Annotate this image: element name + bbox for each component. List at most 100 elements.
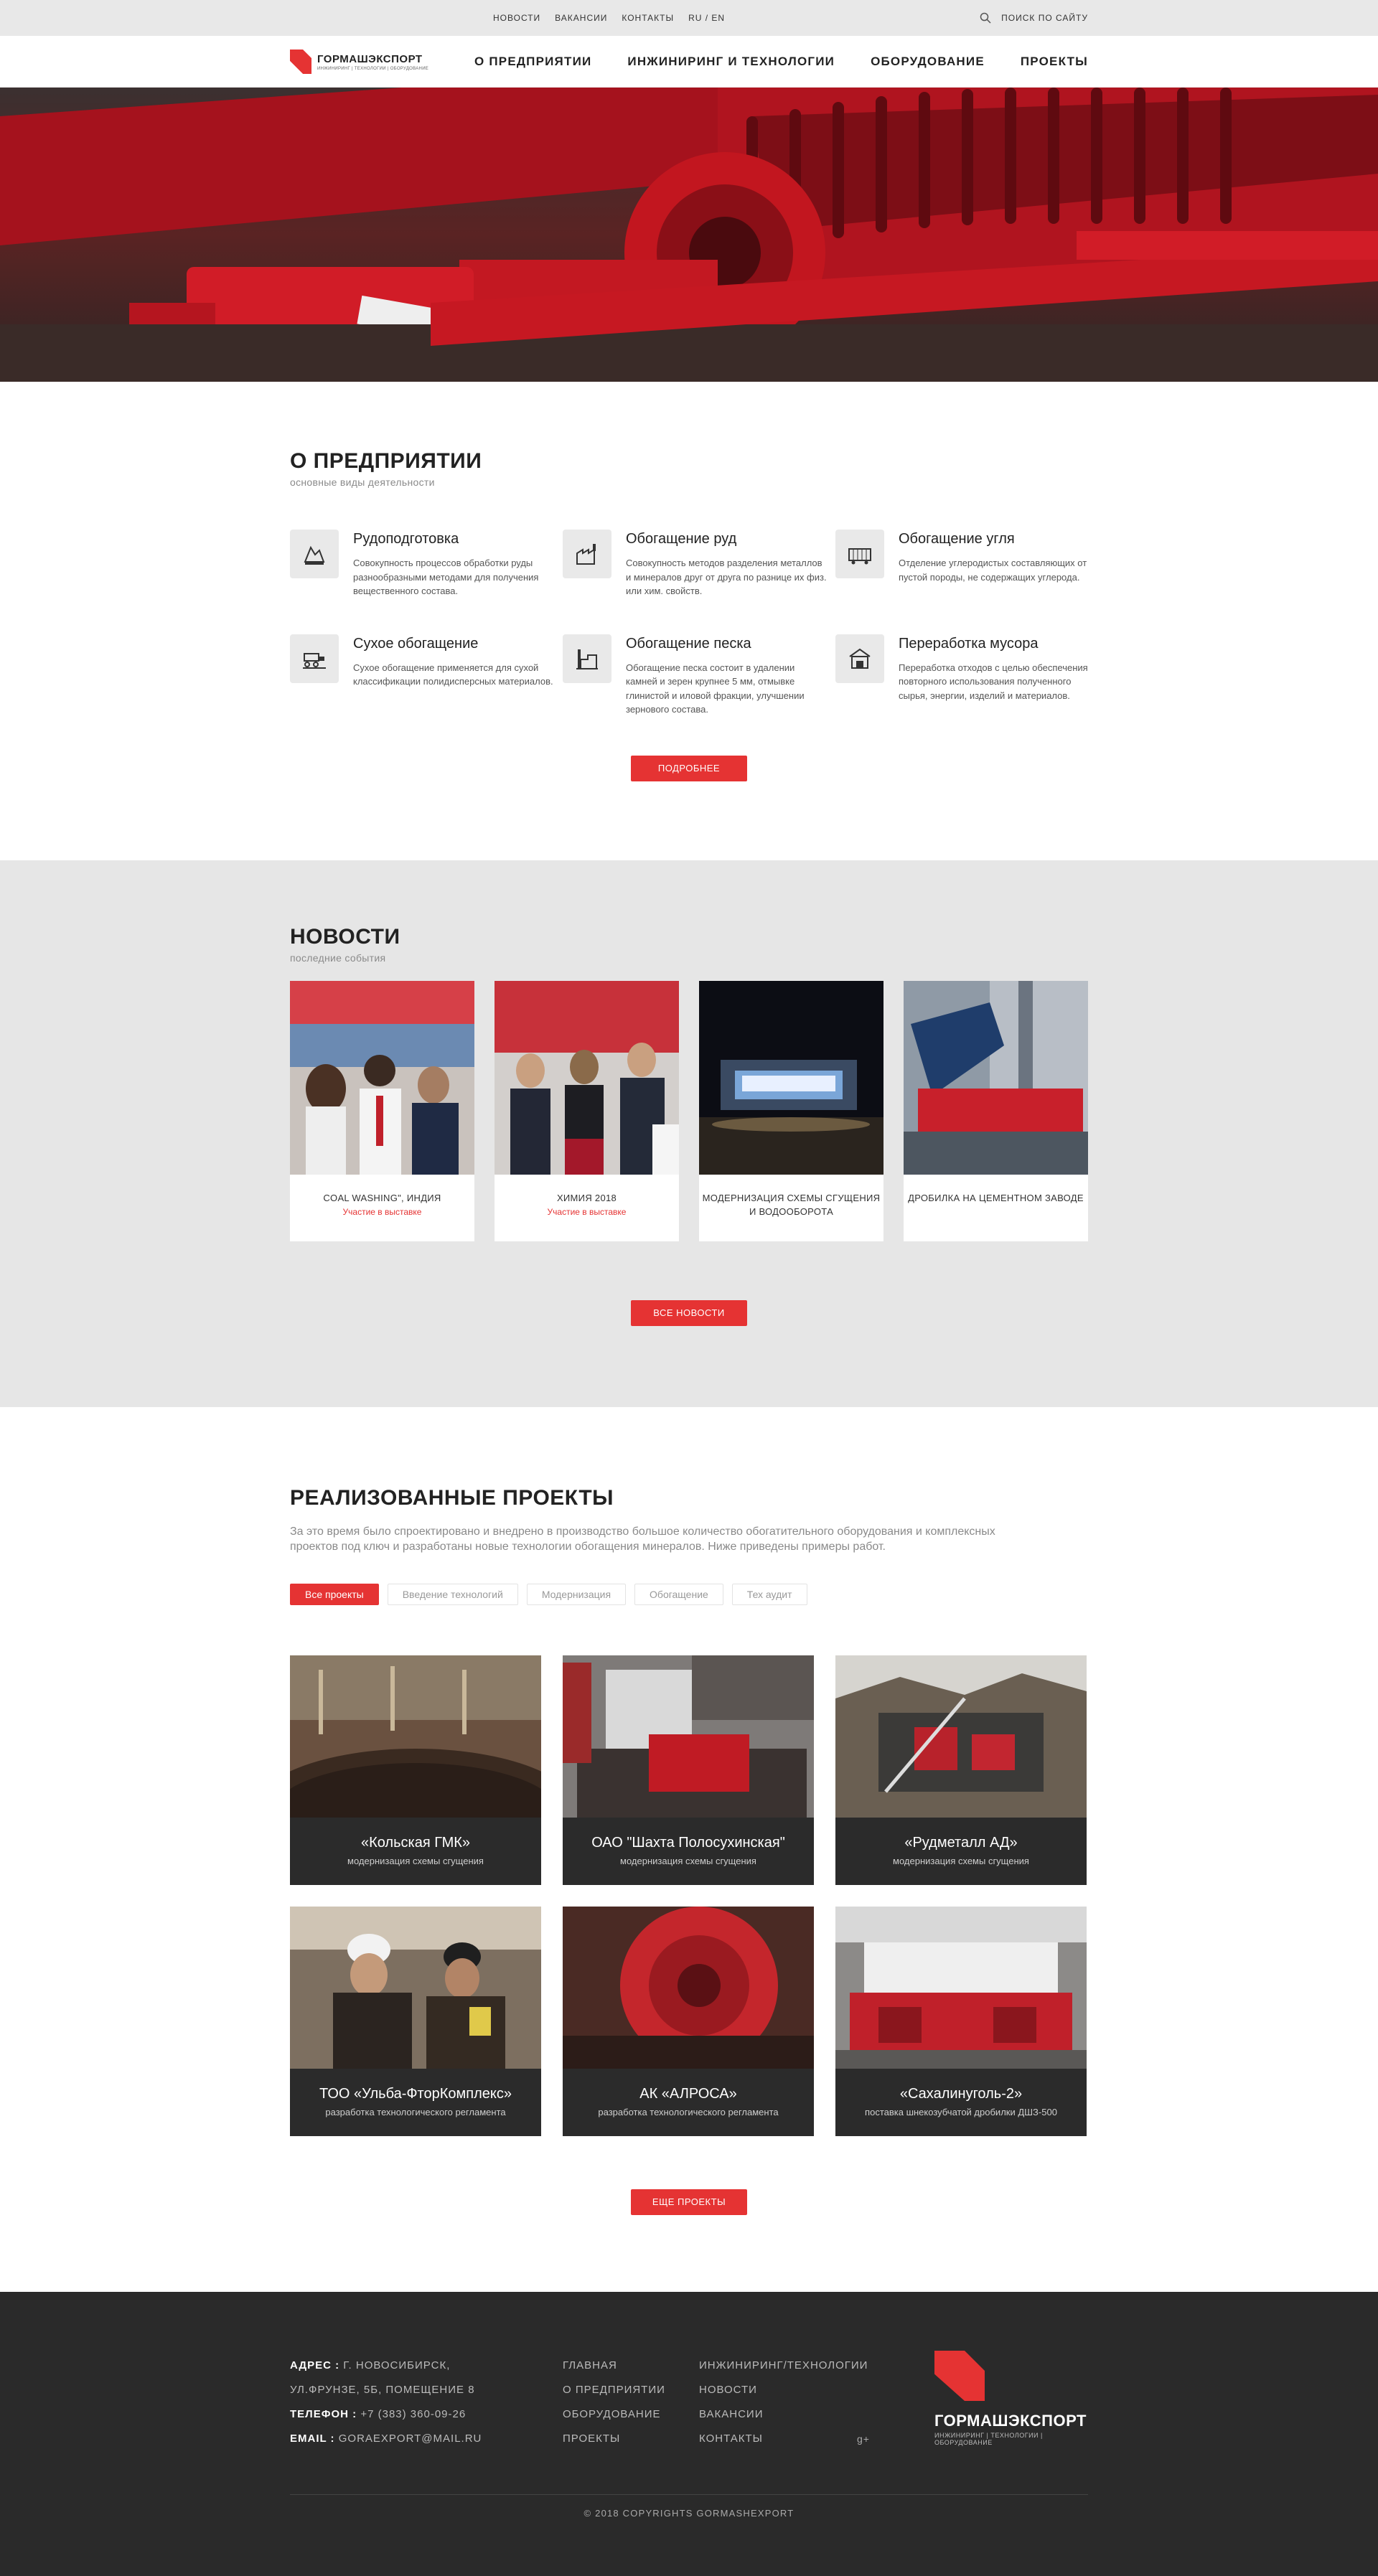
logo-tagline: ИНЖИНИРИНГ | ТЕХНОЛОГИИ | ОБОРУДОВАНИЕ [317,66,429,71]
activity-title: Обогащение руд [626,531,737,547]
footer-contacts: АДРЕС : Г. НОВОСИБИРСК, УЛ.ФРУНЗЕ, 5Б, П… [290,2354,563,2451]
project-card[interactable]: АК «АЛРОСА» разработка технологического р… [563,1906,814,2136]
filter-all[interactable]: Все проекты [290,1583,379,1605]
hero-machinery-illustration [0,88,1378,382]
activity-title: Обогащение песка [626,635,751,652]
footer-logo-mark-icon [934,2351,985,2401]
activity-item: Обогащение руд Совокупность методов разде… [563,530,835,598]
filter-technology[interactable]: Введение технологий [387,1583,518,1605]
footer-logo-tagline: ИНЖИНИРИНГ | ТЕХНОЛОГИИ | ОБОРУДОВАНИЕ [934,2432,1043,2446]
all-news-button[interactable]: ВСЕ НОВОСТИ [631,1300,747,1326]
activity-item: Обогащение песка Обогащение песка состоит… [563,634,835,717]
top-bar: НОВОСТИ ВАКАНСИИ КОНТАКТЫ RU / EN ПОИСК … [0,0,1378,36]
project-card[interactable]: «Кольская ГМК» модернизация схемы сгущени… [290,1655,541,1885]
news-photo [495,981,679,1175]
project-card[interactable]: «Рудметалл АД» модернизация схемы сгущени… [835,1655,1087,1885]
project-subtitle: разработка технологического регламента [598,2106,779,2117]
project-card[interactable]: ТОО «Ульба-ФторКомплекс» разработка техно… [290,1906,541,2136]
footer-link-projects[interactable]: ПРОЕКТЫ [563,2427,699,2451]
google-plus-icon[interactable]: g+ [857,2427,870,2451]
logo-name: ГОРМАШЭКСПОРТ [317,52,423,65]
recycling-plant-icon [849,648,871,669]
email-address[interactable]: GORAEXPORT@MAIL.RU [335,2432,482,2445]
search-label[interactable]: ПОИСК ПО САЙТУ [1001,13,1088,23]
top-link-news[interactable]: НОВОСТИ [493,13,540,23]
address-label: АДРЕС : [290,2359,340,2371]
top-link-vacancies[interactable]: ВАКАНСИИ [555,13,607,23]
filter-modernization[interactable]: Модернизация [526,1583,627,1605]
top-links: НОВОСТИ ВАКАНСИИ КОНТАКТЫ RU / EN [493,13,725,23]
footer-link-contacts[interactable]: КОНТАКТЫ [699,2427,914,2451]
project-photo [835,1655,1087,1818]
activity-desc: Совокупность методов разделения металлов… [626,558,827,596]
footer-link-engineering[interactable]: ИНЖИНИРИНГ/ТЕХНОЛОГИИ [699,2354,914,2378]
phone-label: ТЕЛЕФОН : [290,2408,357,2420]
project-subtitle: модернизация схемы сгущения [347,1855,484,1866]
about-section: О ПРЕДПРИЯТИИ основные виды деятельности… [0,382,1378,860]
footer-link-vacancies[interactable]: ВАКАНСИИ [699,2402,914,2427]
project-title: АК «АЛРОСА» [639,2085,737,2102]
project-title: ТОО «Ульба-ФторКомплекс» [319,2085,512,2102]
project-subtitle: поставка шнекозубчатой дробилки ДШЗ-500 [865,2106,1057,2117]
footer-nav-1: ГЛАВНАЯ О ПРЕДПРИЯТИИ ОБОРУДОВАНИЕ ПРОЕК… [563,2354,699,2451]
footer-link-equipment[interactable]: ОБОРУДОВАНИЕ [563,2402,699,2427]
search-icon[interactable] [980,12,991,24]
nav-equipment[interactable]: ОБОРУДОВАНИЕ [871,55,985,69]
news-card[interactable]: МОДЕРНИЗАЦИЯ СХЕМЫ СГУЩЕНИЯ И ВОДООБОРОТ… [699,981,883,1241]
projects-title: РЕАЛИЗОВАННЫЕ ПРОЕКТЫ [290,1486,614,1510]
nav-projects[interactable]: ПРОЕКТЫ [1021,55,1088,69]
more-projects-button[interactable]: ЕЩЕ ПРОЕКТЫ [631,2189,747,2215]
footer-logo[interactable]: ГОРМАШЭКСПОРТ ИНЖИНИРИНГ | ТЕХНОЛОГИИ | … [934,2351,1088,2451]
news-card[interactable]: ХИМИЯ 2018 Участие в выставке [495,981,679,1241]
nav-engineering[interactable]: ИНЖИНИРИНГ И ТЕХНОЛОГИИ [627,55,835,69]
news-card[interactable]: ДРОБИЛКА НА ЦЕМЕНТНОМ ЗАВОДЕ [904,981,1088,1241]
project-photo [290,1906,541,2069]
activity-title: Обогащение угля [899,531,1015,547]
footer-link-about[interactable]: О ПРЕДПРИЯТИИ [563,2378,699,2402]
footer-divider [290,2494,1088,2495]
project-card[interactable]: ОАО "Шахта Полосухинская" модернизация сх… [563,1655,814,1885]
filter-audit[interactable]: Тех аудит [731,1583,807,1605]
news-card-title: ДРОБИЛКА НА ЦЕМЕНТНОМ ЗАВОДЕ [908,1193,1084,1203]
news-photo [290,981,474,1175]
logo[interactable]: ГОРМАШЭКСПОРТ ИНЖИНИРИНГ | ТЕХНОЛОГИИ | … [290,50,428,74]
projects-grid: «Кольская ГМК» модернизация схемы сгущени… [290,1655,1088,2136]
projects-description: За это время было спроектировано и внедр… [290,1526,995,1553]
about-title: О ПРЕДПРИЯТИИ [290,449,482,473]
more-about-button[interactable]: ПОДРОБНЕЕ [631,755,747,781]
nav-about[interactable]: О ПРЕДПРИЯТИИ [474,55,591,69]
email-label: EMAIL : [290,2432,335,2445]
logo-mark-icon [290,50,311,74]
address-line-2: УЛ.ФРУНЗЕ, 5Б, ПОМЕЩЕНИЕ 8 [290,2384,475,2396]
filter-enrichment[interactable]: Обогащение [634,1583,723,1605]
footer-link-home[interactable]: ГЛАВНАЯ [563,2354,699,2378]
project-title: ОАО "Шахта Полосухинская" [591,1834,785,1851]
top-link-contacts[interactable]: КОНТАКТЫ [622,13,674,23]
news-card-subtitle: Участие в выставке [547,1206,627,1217]
main-header: ГОРМАШЭКСПОРТ ИНЖИНИРИНГ | ТЕХНОЛОГИИ | … [0,36,1378,88]
site-search[interactable]: ПОИСК ПО САЙТУ [980,12,1088,24]
factory-icon [576,544,596,565]
crusher-icon [304,545,325,565]
phone-number[interactable]: +7 (383) 360-09-26 [357,2408,466,2420]
project-subtitle: разработка технологического регламента [325,2106,506,2117]
project-card[interactable]: «Сахалинуголь-2» поставка шнекозубчатой д… [835,1906,1087,2136]
activity-desc: Совокупность процессов обработки руды ра… [353,558,539,596]
news-subtitle: последние события [290,952,386,964]
activity-desc: Переработка отходов с целью обеспечения … [899,662,1088,701]
news-title: НОВОСТИ [290,925,400,949]
news-card[interactable]: COAL WASHING", ИНДИЯ Участие в выставке [290,981,474,1241]
activity-item: Сухое обогащение Сухое обогащение применя… [290,634,563,717]
project-subtitle: модернизация схемы сгущения [893,1855,1029,1866]
projects-section: РЕАЛИЗОВАННЫЕ ПРОЕКТЫ За это время было … [0,1407,1378,2292]
project-title: «Сахалинуголь-2» [899,2085,1023,2102]
conveyor-icon [303,652,326,669]
about-subtitle: основные виды деятельности [290,476,435,488]
main-nav: О ПРЕДПРИЯТИИ ИНЖИНИРИНГ И ТЕХНОЛОГИИ ОБ… [474,55,1088,69]
project-title: «Рудметалл АД» [904,1834,1018,1851]
footer-link-news[interactable]: НОВОСТИ [699,2378,914,2402]
footer: АДРЕС : Г. НОВОСИБИРСК, УЛ.ФРУНЗЕ, 5Б, П… [0,2292,1378,2576]
activity-title: Рудоподготовка [353,531,459,547]
language-switch[interactable]: RU / EN [688,13,725,23]
news-photo [699,981,883,1175]
